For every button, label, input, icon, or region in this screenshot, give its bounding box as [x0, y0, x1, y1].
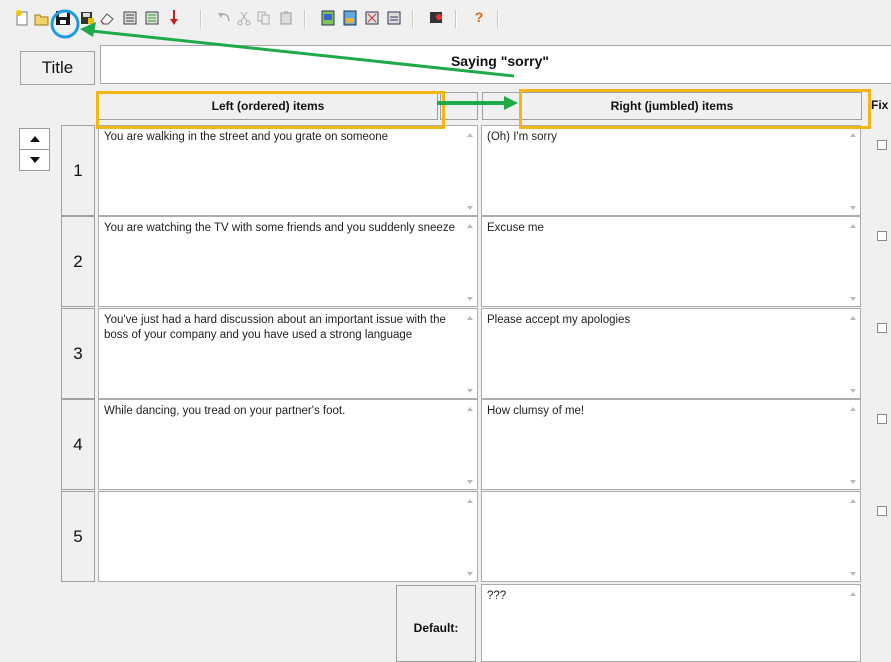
left-item-input[interactable]: You are walking in the street and you gr…: [98, 125, 478, 216]
left-item-text: You've just had a hard discussion about …: [104, 314, 446, 341]
scrollbar[interactable]: [463, 217, 477, 306]
default-answer-text: ???: [487, 590, 507, 602]
right-item-text: Excuse me: [487, 222, 544, 234]
toolbar: ?: [0, 0, 891, 36]
config-icon[interactable]: [342, 9, 358, 27]
options-icon[interactable]: [386, 9, 402, 27]
save-icon[interactable]: [55, 9, 71, 27]
cut-icon[interactable]: [236, 9, 252, 27]
right-item-text: Please accept my apologies: [487, 314, 631, 326]
scrollbar[interactable]: [846, 585, 860, 661]
right-item-text: How clumsy of me!: [487, 405, 585, 417]
web-icon[interactable]: [320, 9, 336, 27]
scrollbar[interactable]: [846, 309, 860, 398]
right-item-input[interactable]: [481, 491, 861, 582]
fix-checkbox[interactable]: [877, 414, 887, 424]
left-item-input[interactable]: You are watching the TV with some friend…: [98, 216, 478, 307]
title-input[interactable]: Saying "sorry": [100, 45, 891, 84]
header-spacer: [440, 92, 478, 120]
quit-icon[interactable]: [428, 9, 444, 27]
row-number-button[interactable]: 4: [61, 399, 95, 490]
right-item-text: (Oh) I'm sorry: [487, 131, 557, 143]
toolbar-separator: [304, 10, 306, 28]
left-item-input[interactable]: [98, 491, 478, 582]
fix-checkbox[interactable]: [877, 506, 887, 516]
down-arrow-icon[interactable]: [166, 9, 182, 27]
open-icon[interactable]: [34, 9, 50, 27]
help-icon[interactable]: ?: [471, 9, 487, 27]
right-header-highlight: [519, 89, 871, 129]
right-item-input[interactable]: Excuse me: [481, 216, 861, 307]
row-number-button[interactable]: 3: [61, 308, 95, 399]
erase-icon[interactable]: [99, 9, 115, 27]
scrollbar[interactable]: [846, 217, 860, 306]
fix-checkbox[interactable]: [877, 231, 887, 241]
default-label: Default:: [396, 585, 476, 662]
left-item-input[interactable]: While dancing, you tread on your partner…: [98, 399, 478, 490]
fix-header: Fix: [871, 98, 889, 112]
row-number-button[interactable]: 5: [61, 491, 95, 582]
scrollbar[interactable]: [463, 309, 477, 398]
scrollbar[interactable]: [846, 492, 860, 581]
copy-icon[interactable]: [256, 9, 272, 27]
title-button[interactable]: Title: [20, 51, 95, 85]
undo-icon[interactable]: [216, 9, 232, 27]
left-header-highlight: [96, 91, 445, 129]
scrollbar[interactable]: [846, 126, 860, 215]
left-item-text: You are walking in the street and you gr…: [104, 131, 389, 143]
left-item-input[interactable]: You've just had a hard discussion about …: [98, 308, 478, 399]
fix-checkbox[interactable]: [877, 323, 887, 333]
right-item-input[interactable]: Please accept my apologies: [481, 308, 861, 399]
row-number-button[interactable]: 1: [61, 125, 95, 216]
default-answer-input[interactable]: ???: [481, 584, 861, 662]
right-item-input[interactable]: How clumsy of me!: [481, 399, 861, 490]
right-item-input[interactable]: (Oh) I'm sorry: [481, 125, 861, 216]
scrollbar[interactable]: [463, 126, 477, 215]
toolbar-separator: [200, 10, 202, 28]
move-down-button[interactable]: [19, 149, 50, 171]
down-arrow-icon: [30, 157, 40, 163]
left-item-text: While dancing, you tread on your partner…: [104, 405, 346, 417]
toolbar-separator: [497, 10, 499, 28]
new-icon[interactable]: [14, 9, 30, 27]
save-as-icon[interactable]: [79, 9, 95, 27]
left-item-text: You are watching the TV with some friend…: [104, 222, 455, 234]
scrollbar[interactable]: [463, 492, 477, 581]
tools-icon[interactable]: [364, 9, 380, 27]
up-arrow-icon: [30, 136, 40, 142]
scrollbar[interactable]: [463, 400, 477, 489]
paste-icon[interactable]: [278, 9, 294, 27]
fix-checkbox[interactable]: [877, 140, 887, 150]
scrollbar[interactable]: [846, 400, 860, 489]
toolbar-separator: [412, 10, 414, 28]
toolbar-separator: [455, 10, 457, 28]
export-web-icon[interactable]: [144, 9, 160, 27]
move-up-button[interactable]: [19, 128, 50, 150]
export-icon[interactable]: [122, 9, 138, 27]
row-number-button[interactable]: 2: [61, 216, 95, 307]
